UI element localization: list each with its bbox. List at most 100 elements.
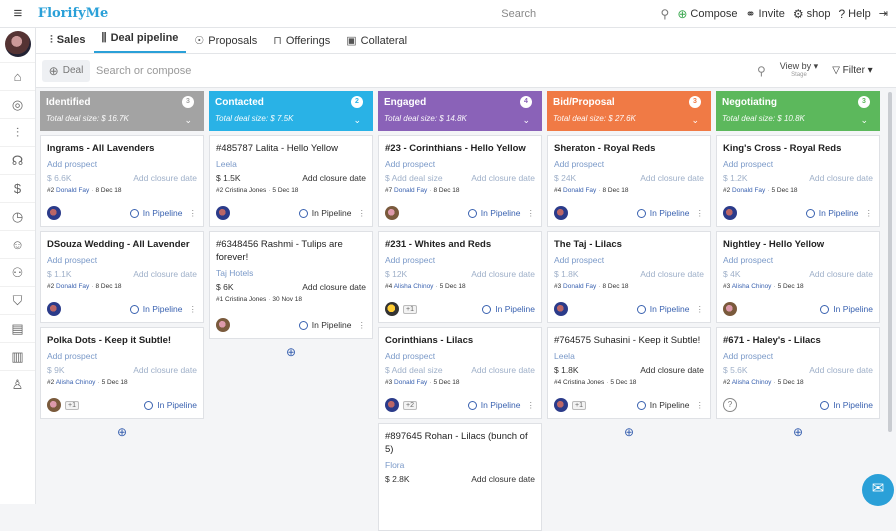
owner-avatar[interactable]	[723, 302, 737, 316]
deal-card[interactable]: DSouza Wedding - All Lavender Add prospe…	[40, 231, 204, 323]
stage-header[interactable]: Identified Total deal size: $ 16.7K 3 ⌄	[40, 91, 204, 131]
add-deal-plus-icon[interactable]: ⊕	[40, 425, 204, 439]
deal-card[interactable]: #671 - Haley's - Lilacs Add prospect $ 5…	[716, 327, 880, 419]
deal-card[interactable]: The Taj - Lilacs Add prospect $ 1.8K Add …	[547, 231, 711, 323]
support-icon[interactable]: ☊	[0, 146, 35, 174]
filter-dropdown[interactable]: ▽ Filter ▾	[832, 65, 873, 76]
deal-card[interactable]: King's Cross - Royal Reds Add prospect $…	[716, 135, 880, 227]
status-selector[interactable]: In Pipeline ⋮	[636, 208, 705, 219]
deal-card[interactable]: Polka Dots - Keep it Subtle! Add prospec…	[40, 327, 204, 419]
deal-card[interactable]: #6348456 Rashmi - Tulips are forever! Ta…	[209, 231, 373, 339]
global-search-input[interactable]: Search	[501, 8, 660, 20]
more-owners-badge[interactable]: +1	[65, 400, 79, 410]
stage-header[interactable]: Engaged Total deal size: $ 14.8K 4 ⌄	[378, 91, 542, 131]
logout-icon[interactable]: ⇥	[879, 7, 888, 20]
owner-avatar[interactable]	[554, 302, 568, 316]
more-menu-icon[interactable]: ⋮	[527, 208, 536, 219]
deal-card[interactable]: Corinthians - Lilacs Add prospect $ Add …	[378, 327, 542, 419]
sales-icon[interactable]: ⫶	[0, 118, 35, 146]
status-selector[interactable]: In Pipeline ⋮	[298, 208, 367, 219]
owner-avatar[interactable]	[723, 206, 737, 220]
contacts-icon[interactable]: ☺	[0, 230, 35, 258]
deal-card[interactable]: Ingrams - All Lavenders Add prospect $ 6…	[40, 135, 204, 227]
chevron-down-icon[interactable]: ⌄	[860, 115, 868, 126]
status-selector[interactable]: In Pipeline ⋮	[129, 208, 198, 219]
stage-header[interactable]: Bid/Proposal Total deal size: $ 27.6K 3 …	[547, 91, 711, 131]
stage-header[interactable]: Contacted Total deal size: $ 7.5K 2 ⌄	[209, 91, 373, 131]
status-selector[interactable]: In Pipeline ⋮	[467, 208, 536, 219]
chevron-down-icon[interactable]: ⌄	[691, 115, 699, 126]
chevron-down-icon[interactable]: ⌄	[184, 115, 192, 126]
more-menu-icon[interactable]: ⋮	[358, 320, 367, 331]
more-owners-badge[interactable]: +1	[572, 400, 586, 410]
owner-avatar[interactable]	[554, 398, 568, 412]
more-menu-icon[interactable]: ⋮	[696, 400, 705, 411]
status-selector[interactable]: In Pipeline ⋮	[636, 400, 705, 411]
deal-card[interactable]: #485787 Lalita - Hello Yellow Leela $ 1.…	[209, 135, 373, 227]
more-menu-icon[interactable]: ⋮	[189, 208, 198, 219]
owner-avatar[interactable]	[385, 302, 399, 316]
clipboard-icon[interactable]: ▤	[0, 314, 35, 342]
tab-offerings[interactable]: ⊓ Offerings	[265, 34, 338, 53]
more-menu-icon[interactable]: ⋮	[358, 208, 367, 219]
tab-deal-pipeline[interactable]: ⫼ Deal pipeline	[93, 32, 187, 53]
deal-card[interactable]: Sheraton - Royal Reds Add prospect $ 24K…	[547, 135, 711, 227]
shield-icon[interactable]: ⛉	[0, 286, 35, 314]
chat-bubble-icon[interactable]: ✉	[862, 474, 894, 506]
compose-button[interactable]: ⊕ Compose	[677, 7, 737, 21]
team-icon[interactable]: ⚇	[0, 258, 35, 286]
target-icon[interactable]: ◎	[0, 90, 35, 118]
view-by-dropdown[interactable]: View by ▾ Stage	[780, 61, 818, 80]
deal-card[interactable]: #897645 Rohan - Lilacs (bunch of 5) Flor…	[378, 423, 542, 531]
tab-sales[interactable]: ⫶ Sales	[42, 34, 94, 53]
status-selector[interactable]: In Pipeline ⋮	[129, 304, 198, 315]
more-owners-badge[interactable]: +2	[403, 400, 417, 410]
gauge-icon[interactable]: ◷	[0, 202, 35, 230]
chevron-down-icon[interactable]: ⌄	[353, 115, 361, 126]
deal-card[interactable]: Nightley - Hello Yellow Add prospect $ 4…	[716, 231, 880, 323]
brand-logo[interactable]: FlorifyMe	[38, 6, 108, 21]
money-icon[interactable]: $	[0, 174, 35, 202]
owner-avatar[interactable]	[385, 398, 399, 412]
add-deal-button[interactable]: ⊕ Deal	[42, 59, 90, 82]
board-scrollbar[interactable]	[888, 92, 892, 432]
more-menu-icon[interactable]: ⋮	[696, 208, 705, 219]
search-icon[interactable]: ⚲	[757, 64, 766, 78]
more-menu-icon[interactable]: ⋮	[696, 304, 705, 315]
deal-card[interactable]: #764575 Suhasini - Keep it Subtle! Leela…	[547, 327, 711, 419]
hamburger-menu-icon[interactable]: ≡	[0, 5, 36, 22]
more-menu-icon[interactable]: ⋮	[865, 208, 874, 219]
add-deal-plus-icon[interactable]: ⊕	[716, 425, 880, 439]
help-button[interactable]: ? Help	[838, 7, 870, 21]
more-owners-badge[interactable]: +1	[403, 304, 417, 314]
tab-collateral[interactable]: ▣ Collateral	[338, 34, 415, 53]
search-icon[interactable]: ⚲	[661, 7, 670, 21]
add-deal-plus-icon[interactable]: ⊕	[209, 345, 373, 359]
deal-search-input[interactable]	[96, 64, 696, 77]
more-menu-icon[interactable]: ⋮	[527, 400, 536, 411]
owner-avatar[interactable]	[47, 302, 61, 316]
user-avatar[interactable]	[4, 31, 31, 57]
invite-button[interactable]: ⚭ Invite	[745, 7, 784, 21]
status-selector[interactable]: In Pipeline ⋮	[298, 320, 367, 331]
status-selector[interactable]: In Pipeline	[820, 304, 873, 314]
people-icon[interactable]: ♙	[0, 370, 35, 398]
owner-avatar[interactable]	[47, 398, 61, 412]
status-selector[interactable]: In Pipeline ⋮	[805, 208, 874, 219]
building-icon[interactable]: ▥	[0, 342, 35, 370]
status-selector[interactable]: In Pipeline ⋮	[636, 304, 705, 315]
shop-button[interactable]: ⚙ shop	[793, 7, 831, 21]
deal-card[interactable]: #231 - Whites and Reds Add prospect $ 12…	[378, 231, 542, 323]
owner-avatar[interactable]	[216, 318, 230, 332]
tab-proposals[interactable]: ☉ Proposals	[186, 34, 265, 53]
owner-avatar[interactable]	[385, 206, 399, 220]
owner-avatar[interactable]	[554, 206, 568, 220]
owner-avatar[interactable]	[47, 206, 61, 220]
stage-header[interactable]: Negotiating Total deal size: $ 10.8K 3 ⌄	[716, 91, 880, 131]
owner-avatar[interactable]	[216, 206, 230, 220]
status-selector[interactable]: In Pipeline ⋮	[467, 400, 536, 411]
status-selector[interactable]: In Pipeline	[144, 400, 197, 410]
status-selector[interactable]: In Pipeline	[482, 304, 535, 314]
more-menu-icon[interactable]: ⋮	[189, 304, 198, 315]
add-deal-plus-icon[interactable]: ⊕	[547, 425, 711, 439]
